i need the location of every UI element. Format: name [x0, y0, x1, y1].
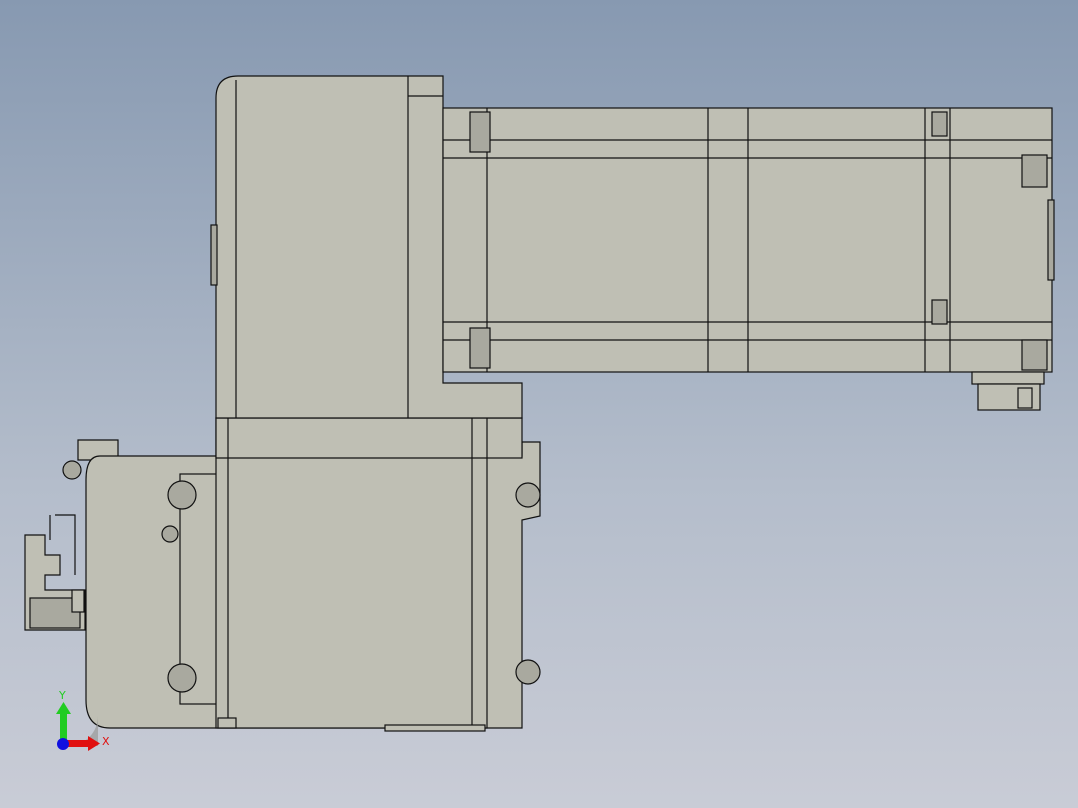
- y-axis-label: Y: [58, 689, 66, 702]
- x-axis-label: X: [102, 735, 110, 748]
- motor-assembly: [24, 75, 1055, 732]
- cad-viewport[interactable]: Y X: [0, 0, 1078, 808]
